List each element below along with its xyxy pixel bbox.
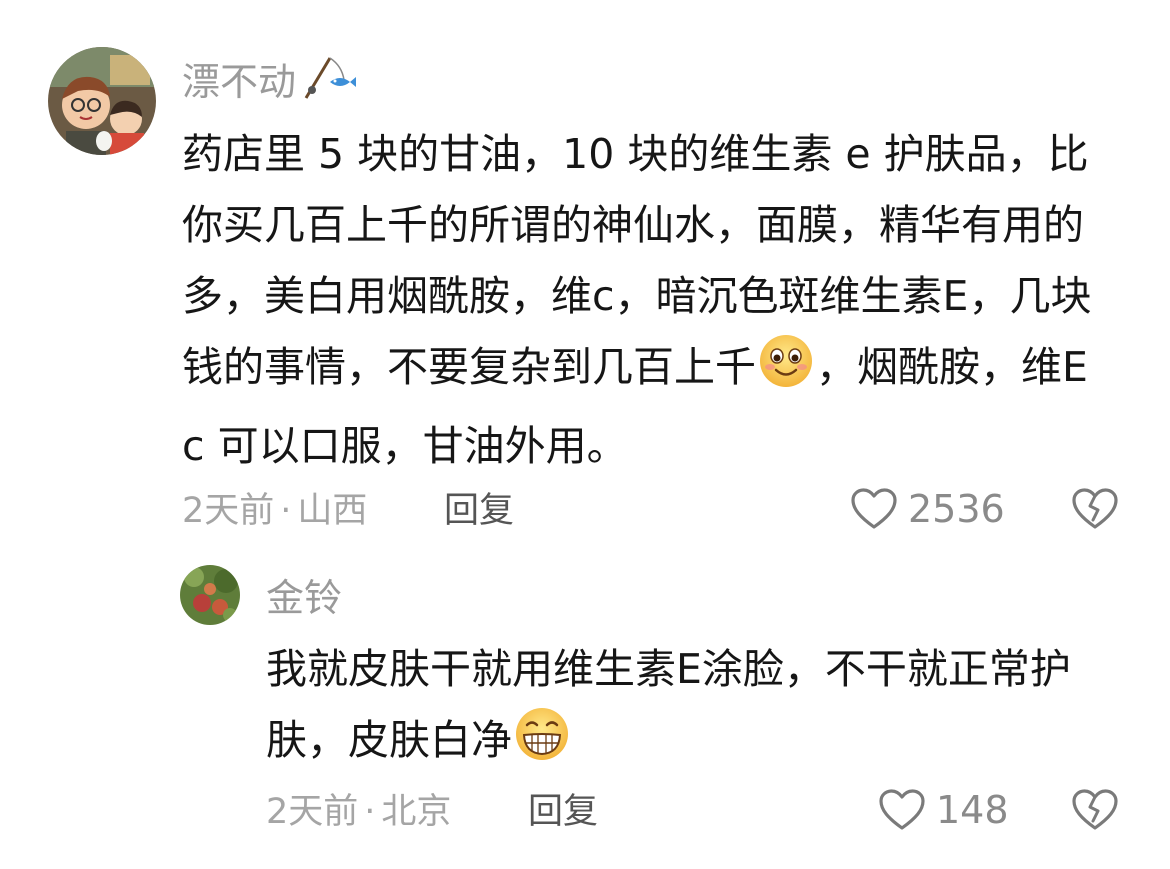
reply-location: 北京 [381, 792, 452, 832]
heart-icon [851, 488, 897, 529]
comment-text: 药店里 5 块的甘油，10 块的维生素 e 护肤品，比你买几百上千的所谓的神仙水… [182, 119, 1122, 482]
like-count: 2536 [908, 487, 1005, 531]
avatar-illustration [48, 47, 156, 155]
user-avatar[interactable] [48, 47, 156, 155]
meta-separator: · [364, 792, 376, 832]
dislike-button[interactable] [1071, 487, 1119, 535]
meta-separator: · [280, 491, 292, 531]
username-text: 漂不动 [182, 59, 297, 104]
comment-username[interactable]: 漂不动 [182, 52, 357, 111]
comment-meta: 2天前 · 山西 [182, 489, 367, 533]
fishing-rod-fish-icon [300, 52, 357, 111]
reply-avatar-photo [180, 565, 240, 625]
comment-time: 2天前 [182, 491, 275, 531]
heart-icon [879, 789, 925, 830]
reply-username[interactable]: 金铃 [266, 576, 342, 620]
reply-like-button[interactable]: 148 [878, 788, 1009, 832]
reply-time: 2天前 [266, 792, 359, 832]
reply-avatar[interactable] [180, 565, 240, 625]
comment-thread: 漂不动 药店里 5 块的甘油，10 块的维生素 e 护肤品，比你买几百上千的所谓… [0, 0, 1170, 869]
reply-reply-button[interactable]: 回复 [528, 790, 598, 834]
broken-heart-icon [1072, 488, 1118, 529]
reply-like-count: 148 [936, 788, 1009, 832]
like-button[interactable]: 2536 [850, 487, 1005, 531]
reply-dislike-button[interactable] [1071, 788, 1119, 836]
smile-emoji-icon [756, 333, 816, 411]
reply-text: 我就皮肤干就用维生素E涂脸，不干就正常护肤，皮肤白净 [266, 634, 1116, 784]
reply-meta: 2天前 · 北京 [266, 790, 451, 834]
reply-text-main: 我就皮肤干就用维生素E涂脸，不干就正常护肤，皮肤白净 [266, 645, 1071, 764]
grin-emoji-icon [512, 706, 572, 784]
reply-button[interactable]: 回复 [444, 489, 514, 533]
comment-location: 山西 [297, 491, 368, 531]
broken-heart-icon [1072, 789, 1118, 830]
